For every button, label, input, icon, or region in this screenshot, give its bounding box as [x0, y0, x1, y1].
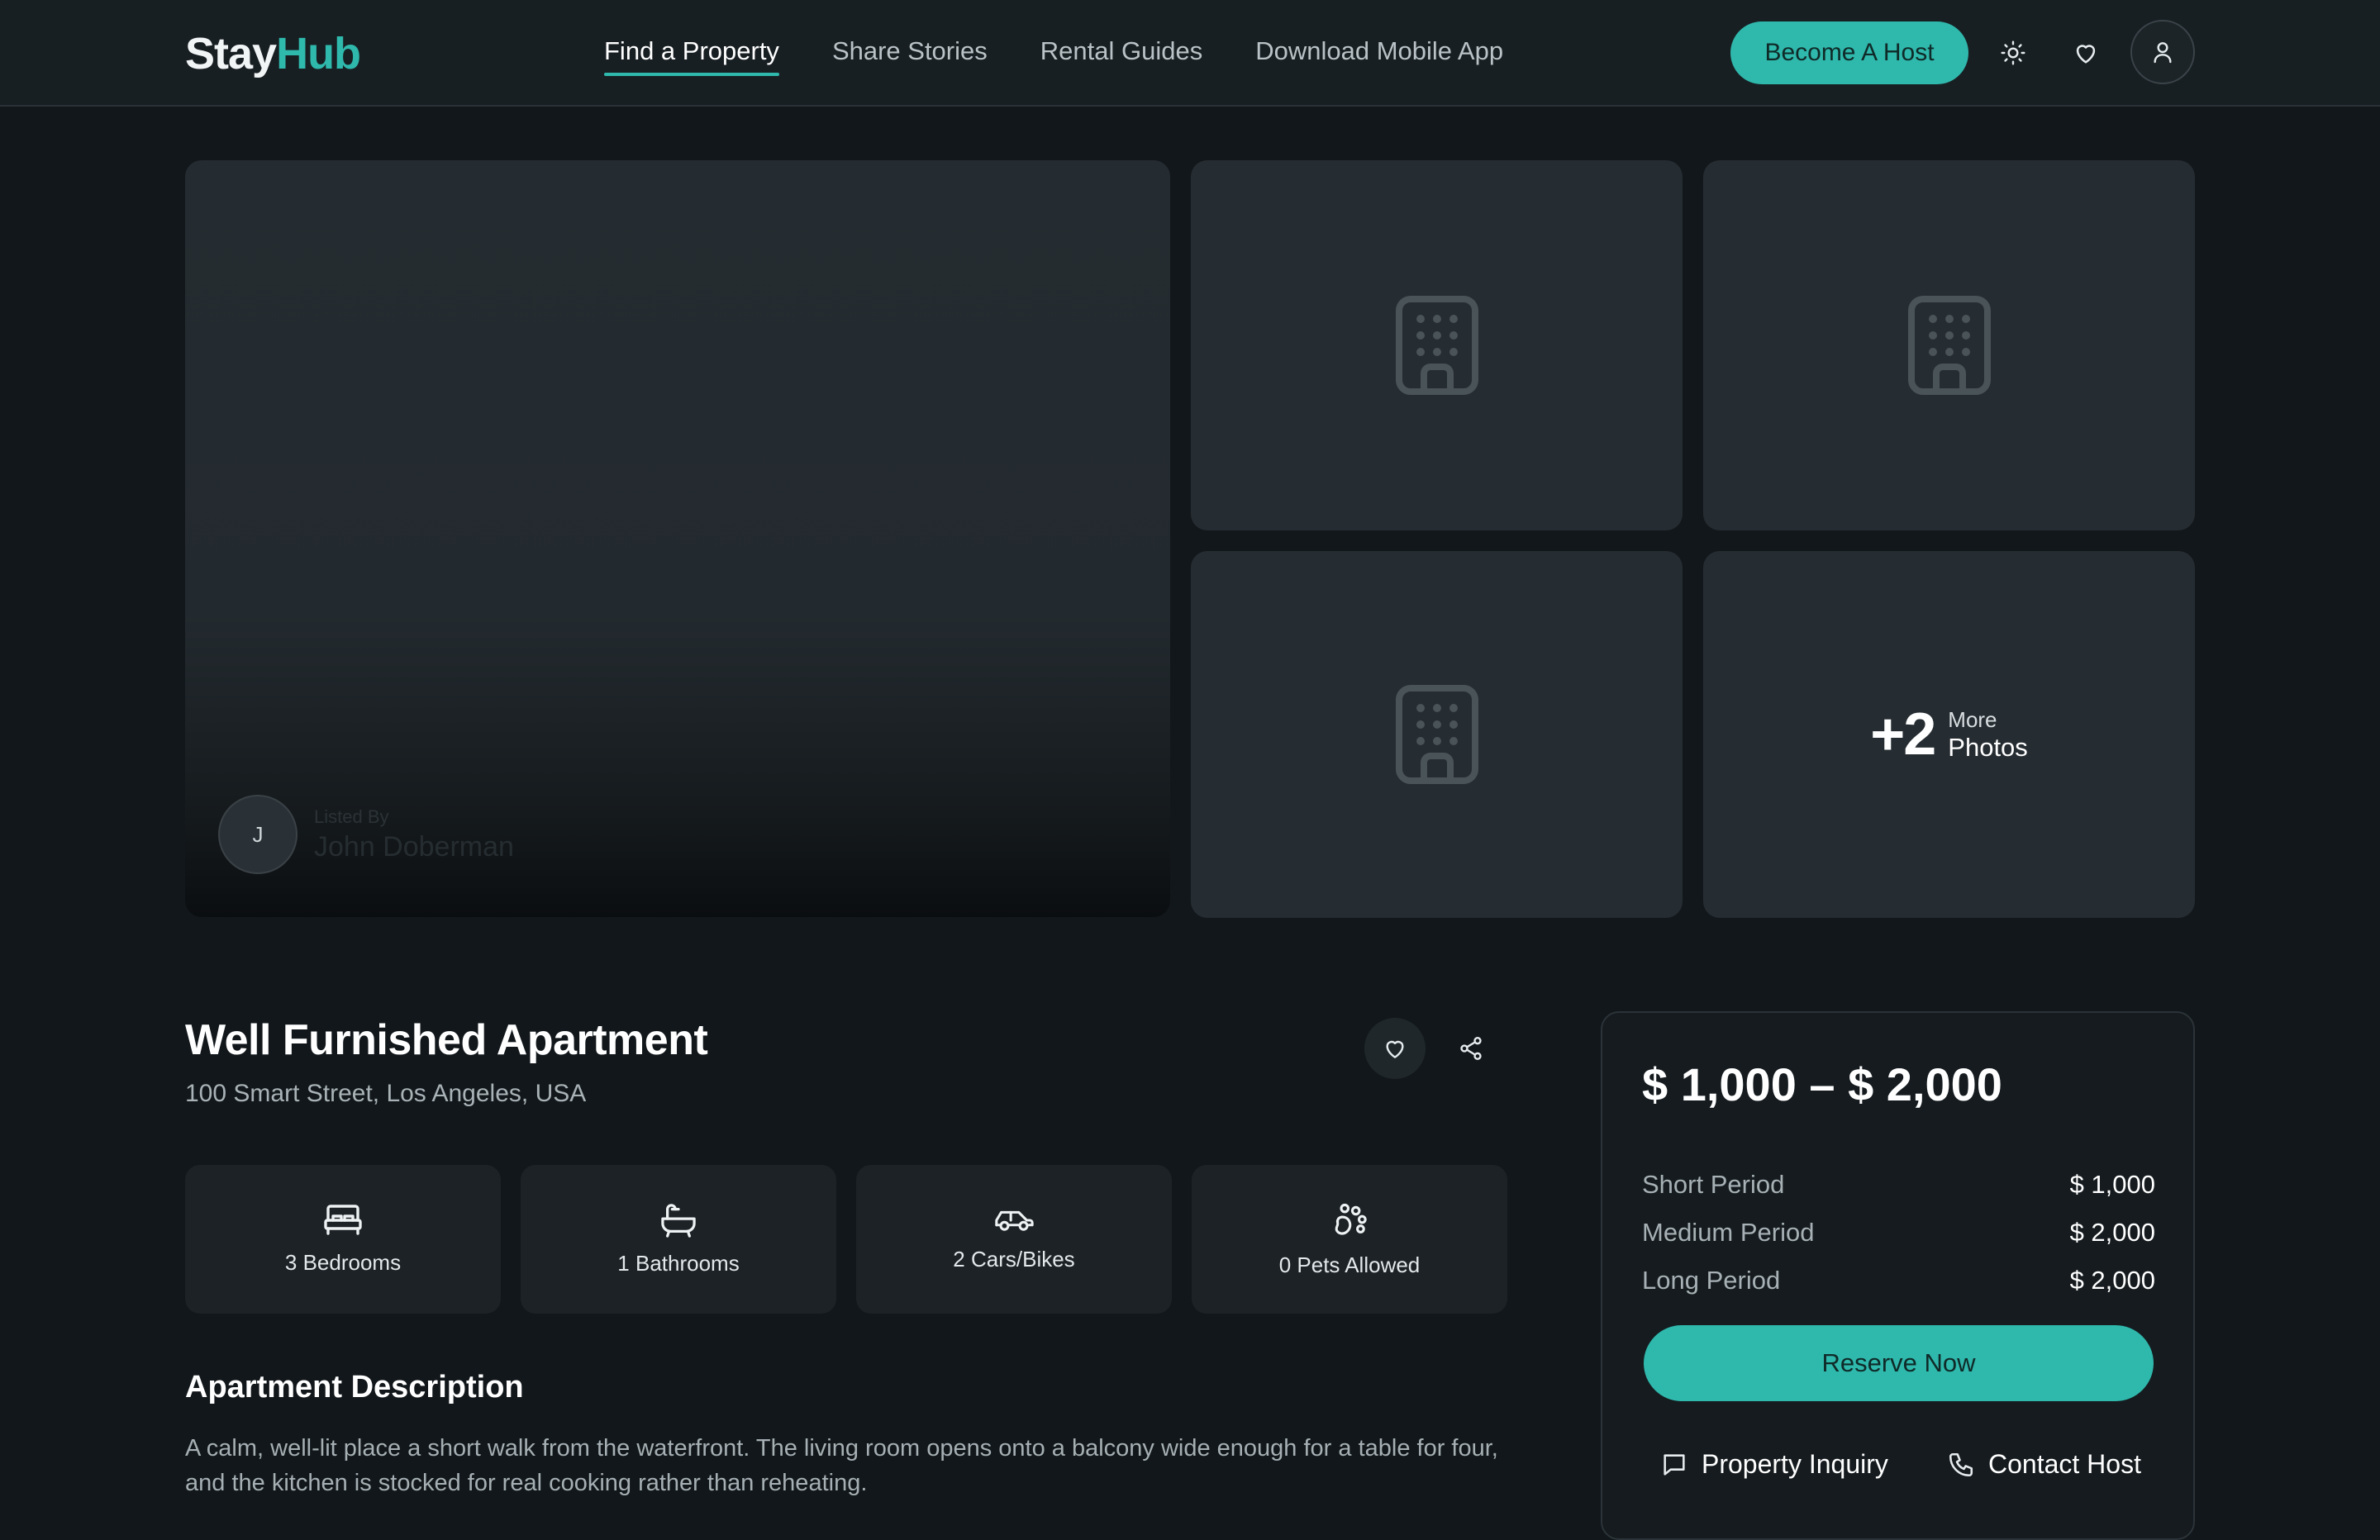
host-avatar[interactable]: J — [218, 795, 298, 874]
description-heading: Apartment Description — [185, 1370, 524, 1405]
feature-bathrooms: 1 Bathrooms — [521, 1165, 836, 1314]
bed-icon — [324, 1204, 362, 1235]
phone-icon — [1949, 1452, 1973, 1476]
car-icon — [995, 1210, 1034, 1231]
host-name: John Doberman — [314, 830, 514, 863]
price-row-long: Long Period $ 2,000 — [1642, 1266, 2155, 1295]
heart-icon — [1386, 1040, 1404, 1058]
property-title: Well Furnished Apartment — [185, 1016, 708, 1064]
pricing-card: $ 1,000 – $ 2,000 Short Period $ 1,000 M… — [1601, 1011, 2195, 1540]
property-inquiry-button[interactable]: Property Inquiry — [1660, 1449, 1888, 1480]
chat-icon — [1664, 1453, 1685, 1476]
share-icon — [1460, 1037, 1482, 1060]
price-row-short: Short Period $ 1,000 — [1642, 1170, 2155, 1199]
photo-thumbnail-2[interactable] — [1703, 160, 2195, 530]
nav-rental-guides[interactable]: Rental Guides — [1040, 36, 1202, 66]
top-navigation-bar: StayHub Find a Property Share Stories Re… — [0, 0, 2380, 107]
paw-icon — [1335, 1203, 1367, 1235]
feature-pets: 0 Pets Allowed — [1192, 1165, 1507, 1314]
photo-thumbnail-1[interactable] — [1191, 160, 1683, 530]
heart-icon — [2076, 45, 2096, 64]
building-icon — [1395, 685, 1478, 784]
favorites-button[interactable] — [2066, 33, 2106, 73]
nav-share-stories[interactable]: Share Stories — [832, 36, 988, 66]
feature-bedrooms: 3 Bedrooms — [185, 1165, 501, 1314]
become-a-host-button[interactable]: Become A Host — [1730, 21, 1968, 84]
price-row-medium: Medium Period $ 2,000 — [1642, 1218, 2155, 1247]
bathtub-icon — [661, 1203, 696, 1238]
property-address: 100 Smart Street, Los Angeles, USA — [185, 1080, 587, 1107]
nav-download-mobile-app[interactable]: Download Mobile App — [1255, 36, 1503, 66]
more-photos-count: +2 — [1870, 701, 1936, 768]
building-icon — [1395, 296, 1478, 395]
description-text: A calm, well-lit place a short walk from… — [185, 1435, 1498, 1496]
reserve-now-button[interactable]: Reserve Now — [1644, 1325, 2154, 1401]
price-range: $ 1,000 – $ 2,000 — [1642, 1058, 2002, 1110]
nav-find-a-property[interactable]: Find a Property — [604, 36, 779, 76]
feature-parking: 2 Cars/Bikes — [856, 1165, 1172, 1314]
more-photos-tile[interactable]: +2 More Photos — [1703, 551, 2195, 918]
main-photo[interactable]: J Listed By John Doberman — [185, 160, 1170, 917]
share-button[interactable] — [1440, 1018, 1502, 1079]
main-nav: Find a Property Share Stories Rental Gui… — [604, 36, 1503, 76]
listed-by-label: Listed By — [314, 806, 389, 827]
building-icon — [1907, 296, 1991, 395]
listed-by: J Listed By John Doberman — [218, 795, 514, 874]
save-favorite-button[interactable] — [1364, 1018, 1426, 1079]
contact-host-button[interactable]: Contact Host — [1947, 1449, 2141, 1480]
user-icon — [2154, 42, 2172, 64]
sun-icon — [2001, 40, 2025, 65]
user-menu-button[interactable] — [2130, 20, 2195, 84]
photo-thumbnail-3[interactable] — [1191, 551, 1683, 918]
theme-toggle-button[interactable] — [1993, 33, 2033, 73]
stayhub-logo[interactable]: StayHub — [185, 28, 361, 79]
